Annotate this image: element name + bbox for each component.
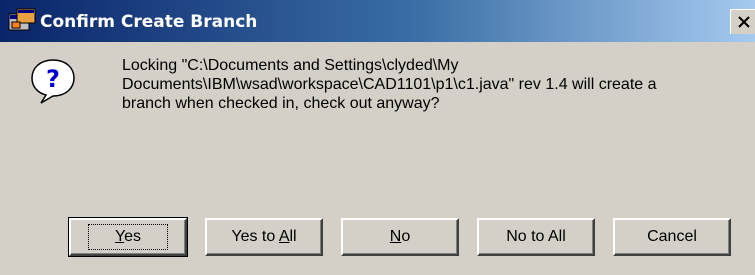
confirmation-message: Locking "C:\Documents and Settings\clyde…	[122, 57, 657, 112]
confirm-create-branch-dialog: Confirm Create Branch ? Locking "C:\Docu…	[0, 0, 755, 275]
svg-text:?: ?	[46, 65, 60, 93]
app-window-icon	[8, 8, 38, 34]
close-button[interactable]	[730, 9, 755, 34]
question-icon: ?	[30, 58, 76, 104]
yes-button[interactable]: Yes	[68, 217, 188, 257]
no-to-all-button-label: No to All	[506, 228, 566, 245]
close-icon	[738, 16, 750, 28]
cancel-button[interactable]: Cancel	[613, 218, 731, 256]
no-button-label: No	[389, 228, 411, 245]
yes-to-all-button[interactable]: Yes to All	[205, 218, 323, 256]
yes-to-all-button-label: Yes to All	[231, 228, 297, 245]
cancel-button-label: Cancel	[647, 228, 697, 245]
window-title: Confirm Create Branch	[40, 12, 258, 32]
no-to-all-button[interactable]: No to All	[477, 218, 595, 256]
yes-button-label: Yes	[87, 224, 169, 250]
title-bar[interactable]: Confirm Create Branch	[0, 0, 755, 42]
no-button[interactable]: No	[341, 218, 459, 256]
